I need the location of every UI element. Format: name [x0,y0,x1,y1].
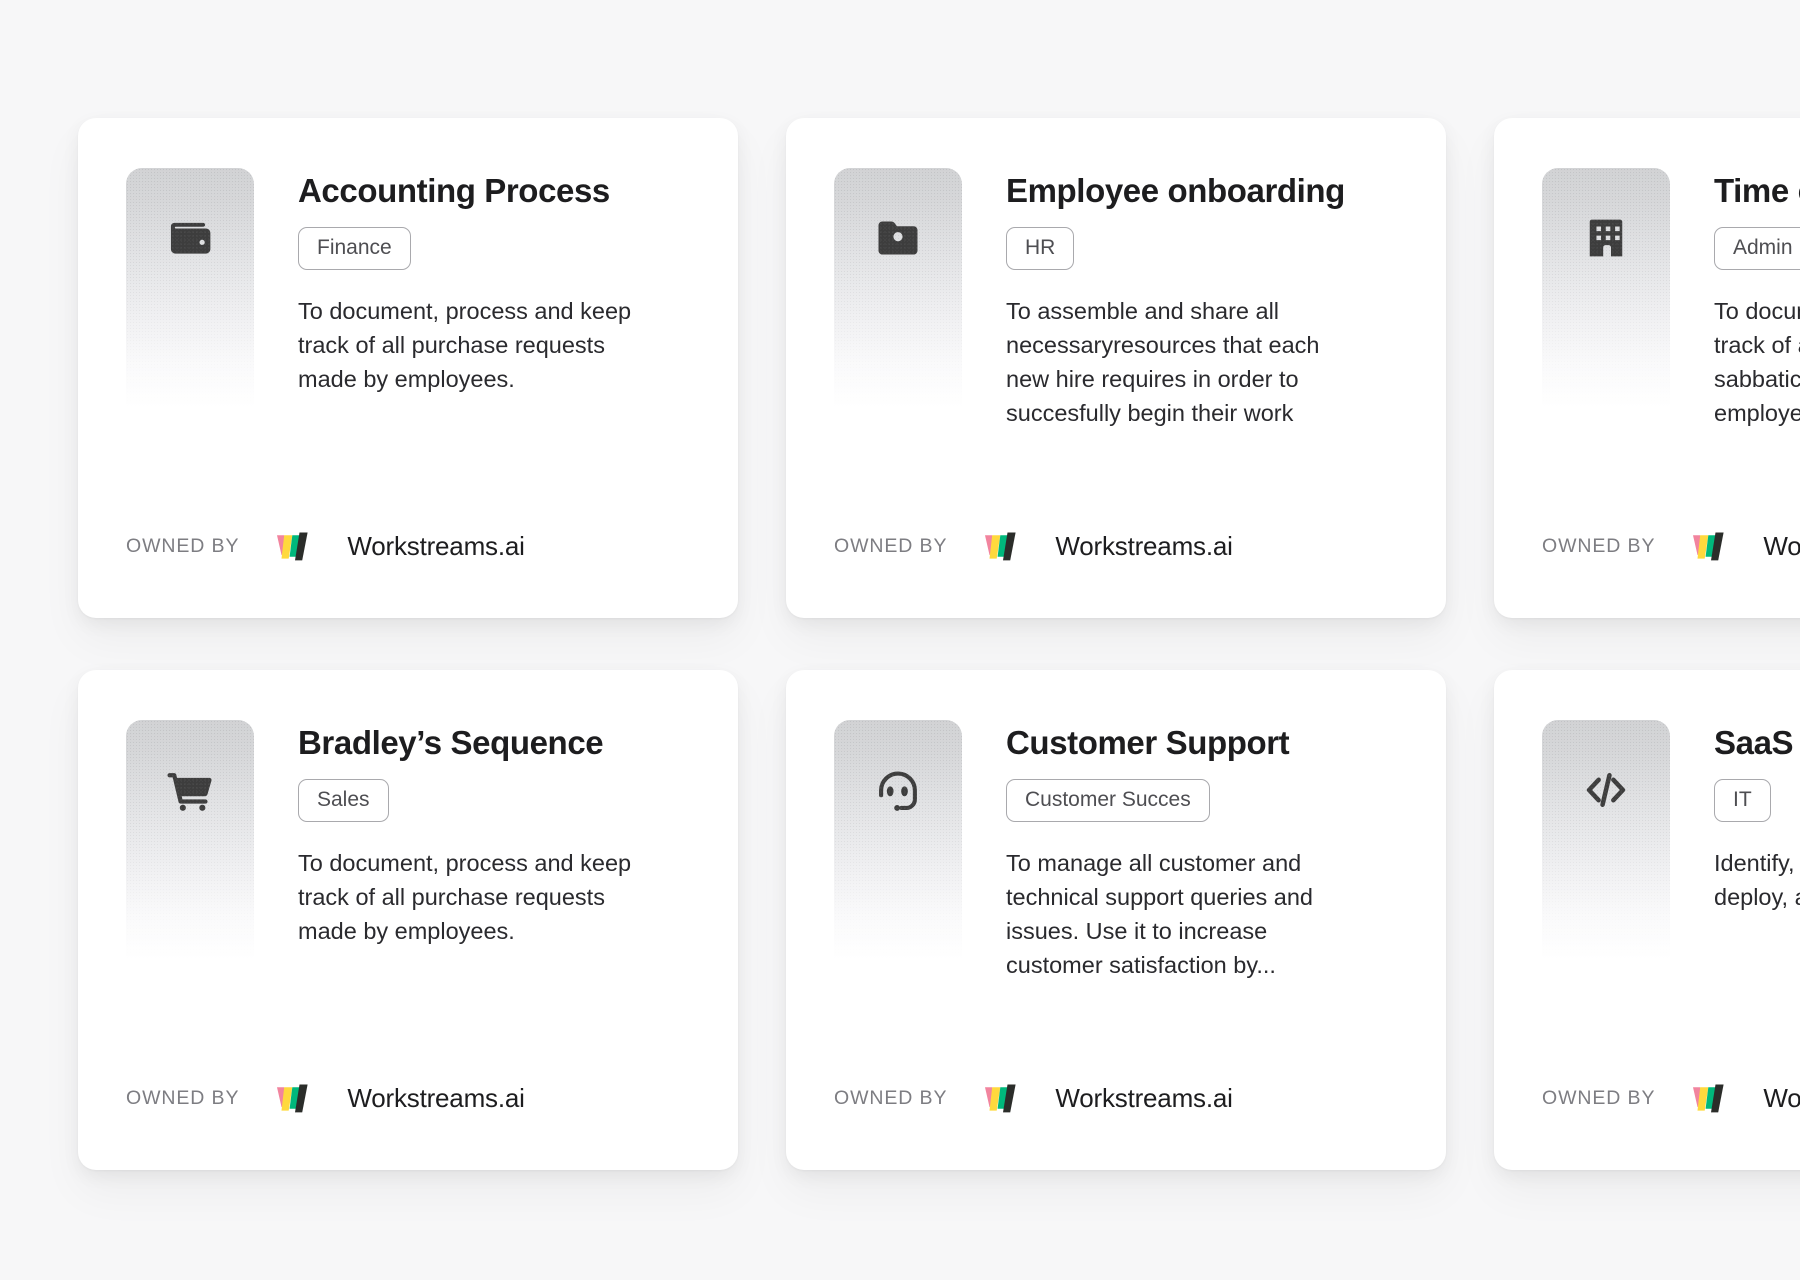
process-card[interactable]: Customer Support Customer Succes To mana… [786,670,1446,1170]
card-body: Bradley’s Sequence Sales To document, pr… [78,670,738,1050]
card-description: To assemble and share all necessaryresou… [1006,298,1320,426]
process-template-gallery: Accounting Process Finance To document, … [0,0,1800,1280]
owner-name: Workstreams.ai [1055,1082,1233,1113]
card-text: Time off Admin To document, process and … [1670,168,1800,498]
card-icon-tile [126,720,254,960]
card-description: To document, process and keep track of a… [298,850,632,944]
code-brackets-icon [1586,772,1626,808]
card-tag[interactable]: HR [1006,227,1075,270]
owned-by-label: OWNED BY [834,534,948,557]
card-title: Customer Support [1006,724,1290,761]
card-icon-tile [1542,720,1670,960]
card-title: SaaS Setup [1714,724,1800,761]
card-tag[interactable]: Admin [1714,227,1800,270]
card-body: Accounting Process Finance To document, … [78,118,738,498]
card-body: Customer Support Customer Succes To mana… [786,670,1446,1050]
folder-user-icon [878,221,918,255]
card-text: Employee onboarding HR To assemble and s… [962,168,1446,498]
owner-name: Workstreams.ai [347,530,525,561]
card-footer: OWNED BY Workstreams.ai [1542,1080,1800,1116]
process-card[interactable]: Bradley’s Sequence Sales To document, pr… [78,670,738,1170]
card-footer: OWNED BY Workstreams.ai [834,1080,1233,1116]
headset-icon [879,771,917,811]
workstreams-logo-icon [985,532,1016,561]
workstreams-logo-icon [1693,532,1724,561]
card-tag[interactable]: Customer Succes [1006,779,1210,822]
card-icon-tile [834,168,962,408]
owned-by-label: OWNED BY [1542,534,1656,557]
card-description: Identify, evaluate, strategize and deplo… [1714,850,1800,910]
card-footer: OWNED BY Workstreams.ai [1542,528,1800,564]
card-footer: OWNED BY Workstreams.ai [126,1080,525,1116]
owner-name: Workstreams.ai [1763,530,1800,561]
card-footer: OWNED BY Workstreams.ai [834,528,1233,564]
card-text: SaaS Setup IT Identify, evaluate, strate… [1670,720,1800,1050]
card-footer: OWNED BY Workstreams.ai [126,528,525,564]
card-tag[interactable]: IT [1714,779,1771,822]
card-icon-tile [1542,168,1670,408]
card-icon-tile [834,720,962,960]
owner-name: Workstreams.ai [1055,530,1233,561]
card-body: Employee onboarding HR To assemble and s… [786,118,1446,498]
card-text: Bradley’s Sequence Sales To document, pr… [254,720,738,1050]
shopping-cart-icon [167,773,212,811]
card-grid: Accounting Process Finance To document, … [78,118,1800,1170]
owner-name: Workstreams.ai [1763,1082,1800,1113]
owner-name: Workstreams.ai [347,1082,525,1113]
card-body: SaaS Setup IT Identify, evaluate, strate… [1494,670,1800,1050]
card-description: To manage all customer and technical sup… [1006,850,1314,978]
process-card[interactable]: Time off Admin To document, process and … [1494,118,1800,618]
card-description: To document, process and keep track of a… [1714,298,1800,426]
card-tag[interactable]: Sales [298,779,389,822]
card-title: Employee onboarding [1006,172,1345,209]
owned-by-label: OWNED BY [1542,1086,1656,1109]
card-text: Customer Support Customer Succes To mana… [962,720,1446,1050]
office-building-icon [1589,219,1623,257]
card-body: Time off Admin To document, process and … [1494,118,1800,498]
card-icon-tile [126,168,254,408]
wallet-icon [170,222,211,254]
card-text: Accounting Process Finance To document, … [254,168,738,498]
card-tag[interactable]: Finance [298,227,411,270]
card-description: To document, process and keep track of a… [298,298,632,392]
owned-by-label: OWNED BY [126,534,240,557]
process-card[interactable]: Employee onboarding HR To assemble and s… [786,118,1446,618]
card-title: Accounting Process [298,172,610,209]
owned-by-label: OWNED BY [834,1086,948,1109]
workstreams-logo-icon [985,1084,1016,1113]
process-card[interactable]: Accounting Process Finance To document, … [78,118,738,618]
process-card[interactable]: SaaS Setup IT Identify, evaluate, strate… [1494,670,1800,1170]
workstreams-logo-icon [277,532,308,561]
workstreams-logo-icon [277,1084,308,1113]
workstreams-logo-icon [1693,1084,1724,1113]
owned-by-label: OWNED BY [126,1086,240,1109]
card-title: Time off [1714,172,1800,209]
card-title: Bradley’s Sequence [298,724,604,761]
